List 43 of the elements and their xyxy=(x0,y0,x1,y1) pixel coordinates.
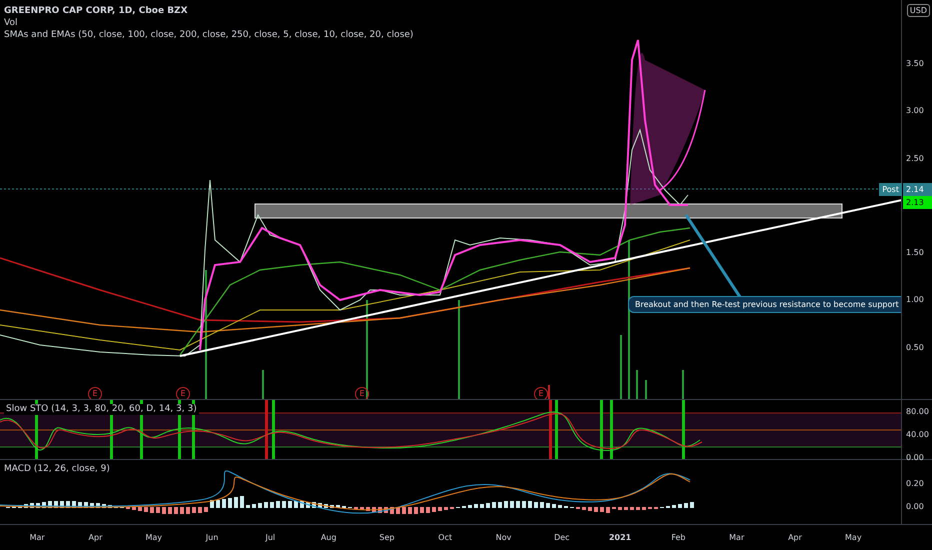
oscillator-tick: 0.20 xyxy=(905,478,925,490)
last-price-label: 2.13 xyxy=(903,196,932,209)
earnings-marker[interactable]: E xyxy=(88,387,102,399)
price-tick: 2.50 xyxy=(905,152,924,165)
annotation-callout: Breakout and then Re-test previous resistance to become support xyxy=(628,296,902,313)
time-tick: Jun xyxy=(204,532,220,542)
time-tick: Oct xyxy=(437,532,454,542)
time-tick: Jul xyxy=(264,532,276,542)
price-tick: 1.00 xyxy=(905,294,924,306)
stochastic-label: Slow STO (14, 3, 3, 80, 20, 60, D, 14, 3, 3) xyxy=(4,404,199,415)
price-tick: 0.50 xyxy=(905,342,924,354)
time-tick: Feb xyxy=(670,532,686,542)
oscillator-tick: 0.00 xyxy=(905,501,925,513)
time-tick: Aug xyxy=(320,532,338,542)
time-tick: Mar xyxy=(728,532,746,542)
time-tick: 2021 xyxy=(608,532,632,542)
time-tick: May xyxy=(144,532,164,542)
time-tick: Apr xyxy=(88,532,104,542)
oscillator-tick: 0.00 xyxy=(905,452,925,464)
time-tick: Apr xyxy=(787,532,803,542)
macd-label: MACD (12, 26, close, 9) xyxy=(4,464,110,475)
indicator-label: Vol xyxy=(4,17,18,29)
time-tick: Mar xyxy=(28,532,46,542)
earnings-marker[interactable]: E xyxy=(355,387,369,399)
indicator-label: SMAs and EMAs (50, close, 100, close, 200, close, 250, close, 5, close, 10, close, 20, close) xyxy=(4,29,414,41)
time-tick: May xyxy=(844,532,863,542)
projection-curve[interactable] xyxy=(660,90,706,191)
oscillator-tick: 40.00 xyxy=(905,429,930,441)
symbol-title: GREENPRO CAP CORP, 1D, Cboe BZX xyxy=(4,5,189,17)
earnings-marker[interactable]: E xyxy=(534,387,548,399)
projection-shape[interactable] xyxy=(630,52,705,205)
time-tick: Dec xyxy=(553,532,571,542)
post-tag: Post xyxy=(879,183,902,196)
post-price-label: 2.14 xyxy=(903,183,932,196)
currency-badge[interactable]: USD xyxy=(906,4,930,17)
trend-line[interactable] xyxy=(180,199,902,357)
oscillator-tick: 80.00 xyxy=(905,406,930,418)
price-tick: 1.50 xyxy=(905,247,924,260)
price-tick: 3.00 xyxy=(905,105,924,118)
time-tick: Sep xyxy=(378,532,396,542)
resistance-zone[interactable] xyxy=(254,204,842,218)
time-tick: Nov xyxy=(494,532,512,542)
price-tick: 3.50 xyxy=(905,58,924,70)
